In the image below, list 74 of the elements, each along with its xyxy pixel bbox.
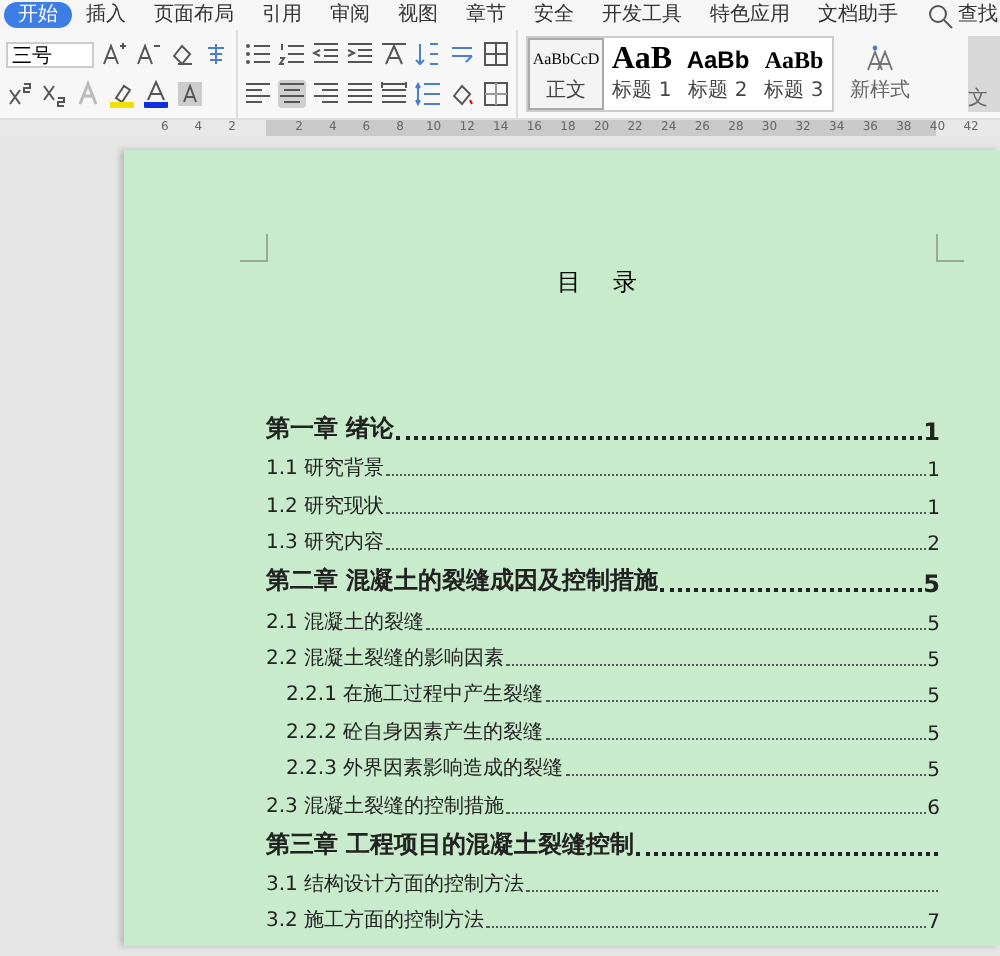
menu-tab[interactable]: 插入 xyxy=(72,2,140,28)
toc-page-number: 5 xyxy=(927,760,940,783)
menu-tab[interactable]: 章节 xyxy=(452,2,520,28)
menu-tab[interactable]: 引用 xyxy=(248,2,316,28)
menu-tab[interactable]: 开始 xyxy=(4,2,72,28)
search-icon xyxy=(926,1,954,29)
sort-icon[interactable] xyxy=(414,40,442,68)
toc-entry-title[interactable]: 2.2 混凝土裂缝的影响因素 xyxy=(266,643,505,672)
style-preset[interactable]: AaBb 标题 2 xyxy=(680,38,756,110)
toc-page-number: 6 xyxy=(927,797,940,820)
font-size-field[interactable]: 三号 xyxy=(6,41,94,67)
style-preset[interactable]: AaBbCcD 正文 xyxy=(528,38,604,110)
numbered-list-icon[interactable] xyxy=(278,40,306,68)
toc-page-number: 2 xyxy=(927,534,940,557)
table-tools-icon[interactable] xyxy=(482,40,510,68)
toc-entry-title[interactable]: 3.2 施工方面的控制方法 xyxy=(266,906,485,935)
toc-entry-title[interactable]: 2.3 混凝土裂缝的控制措施 xyxy=(266,791,505,820)
toc-page-number: 5 xyxy=(927,723,940,746)
toc-entry-title[interactable]: 3.1 结构设计方面的控制方法 xyxy=(266,869,525,898)
char-scale-icon[interactable] xyxy=(380,40,408,68)
highlighter-icon[interactable] xyxy=(108,80,136,108)
menu-tab[interactable]: 安全 xyxy=(520,2,588,28)
menu-tab[interactable]: 特色应用 xyxy=(696,2,804,28)
toc-page-number: 7 xyxy=(927,912,940,935)
char-shading-icon[interactable] xyxy=(176,80,204,108)
toc-page-number: 1 xyxy=(927,460,940,483)
menu-tab[interactable]: 视图 xyxy=(384,2,452,28)
shading-icon[interactable] xyxy=(448,80,476,108)
toc-page-number: 5 xyxy=(927,613,940,636)
indent-icon[interactable] xyxy=(346,40,374,68)
menu-tab[interactable]: 页面布局 xyxy=(140,2,248,28)
toc-entry-title[interactable]: 2.2.2 砼自身因素产生的裂缝 xyxy=(286,717,544,746)
margin-corner-mark xyxy=(936,234,964,262)
style-preset[interactable]: AaBb 标题 3 xyxy=(756,38,832,110)
toc-entry-title[interactable]: 第二章 混凝土的裂缝成因及控制措施 xyxy=(266,564,659,599)
outdent-icon[interactable] xyxy=(312,40,340,68)
justify-icon[interactable] xyxy=(346,80,374,108)
subscript-icon[interactable] xyxy=(40,80,68,108)
toc-page-number: 1 xyxy=(927,497,940,520)
new-style-button[interactable]: 新样式 xyxy=(842,30,918,118)
toc-entry-title[interactable]: 第三章 工程项目的混凝土裂缝控制 xyxy=(266,827,635,862)
margin-corner-mark xyxy=(240,234,268,262)
style-letters-icon xyxy=(866,44,894,72)
align-center-icon[interactable] xyxy=(278,80,306,108)
toc-entry-title[interactable]: 2.2.3 外界因素影响造成的裂缝 xyxy=(286,754,564,783)
toc-entry-title[interactable]: 2.1 混凝土的裂缝 xyxy=(266,607,425,636)
toc-entry-title[interactable]: 1.2 研究现状 xyxy=(266,491,385,520)
eraser-icon[interactable] xyxy=(168,40,196,68)
toc-page-number: 5 xyxy=(927,686,940,709)
align-left-icon[interactable] xyxy=(244,80,272,108)
style-preset[interactable]: AaB 标题 1 xyxy=(604,38,680,110)
toc-page-number: 5 xyxy=(923,570,940,599)
document-tools-button[interactable]: 文 xyxy=(968,36,1000,112)
document-title: 目 录 xyxy=(555,266,651,300)
font-color-icon[interactable] xyxy=(142,80,170,108)
align-right-icon[interactable] xyxy=(312,80,340,108)
toc-entry-title[interactable]: 1.1 研究背景 xyxy=(266,454,385,483)
superscript-icon[interactable] xyxy=(6,80,34,108)
menu-tab[interactable]: 文档助手 xyxy=(804,2,912,28)
search-button[interactable]: 查找 xyxy=(912,2,1000,28)
toc-entry-title[interactable]: 1.3 研究内容 xyxy=(266,528,385,557)
toc-entry-title[interactable]: 2.2.1 在施工过程中产生裂缝 xyxy=(286,680,544,709)
font-grow-icon[interactable] xyxy=(100,40,128,68)
toc-entry-title[interactable]: 第一章 绪论 xyxy=(266,412,395,446)
line-spacing-icon[interactable] xyxy=(414,80,442,108)
phonetic-icon[interactable] xyxy=(202,40,230,68)
border-icon[interactable] xyxy=(482,80,510,108)
toc-page-number: 5 xyxy=(927,649,940,672)
menu-tab[interactable]: 开发工具 xyxy=(588,2,696,28)
menu-tab[interactable]: 审阅 xyxy=(316,2,384,28)
distribute-icon[interactable] xyxy=(380,80,408,108)
toc-page-number: 1 xyxy=(923,418,940,446)
bullet-list-icon[interactable] xyxy=(244,40,272,68)
font-shrink-icon[interactable] xyxy=(134,40,162,68)
